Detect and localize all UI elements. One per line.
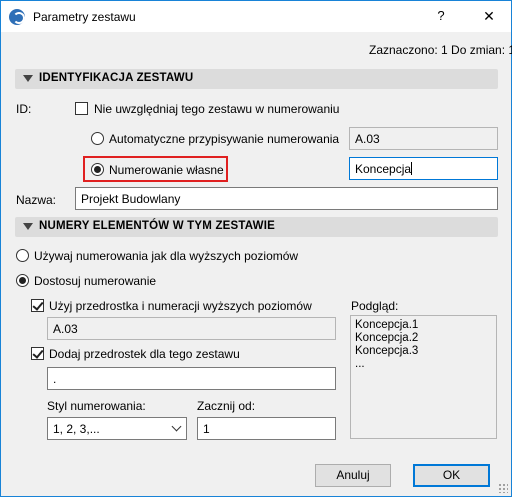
numbering-style-select[interactable]: 1, 2, 3,... [47, 417, 187, 440]
own-prefix-checkbox[interactable] [31, 347, 44, 360]
customize-numbering-label: Dostosuj numerowanie [34, 274, 157, 288]
selection-status: Zaznaczono: 1 Do zmian: 1 [369, 43, 512, 57]
section-identification-label: IDENTYFIKACJA ZESTAWU [39, 72, 194, 84]
ok-button[interactable]: OK [413, 464, 490, 487]
section-numbering[interactable]: NUMERY ELEMENTÓW W TYM ZESTAWIE [15, 217, 498, 237]
preview-box: Koncepcja.1 Koncepcja.2 Koncepcja.3 ... [350, 315, 497, 439]
collapse-triangle-icon [23, 75, 33, 82]
use-upper-numbering-radio[interactable] [16, 249, 29, 262]
exclude-numbering-checkbox[interactable] [75, 102, 88, 115]
own-prefix-input[interactable]: . [47, 367, 336, 390]
resize-grip-icon[interactable] [498, 483, 508, 493]
upper-prefix-field: A.03 [47, 317, 336, 340]
custom-numbering-radio[interactable] [91, 163, 104, 176]
use-upper-prefix-label: Użyj przedrostka i numeracji wyższych po… [49, 299, 312, 313]
collapse-triangle-icon [23, 223, 33, 230]
help-button[interactable]: ? [431, 6, 451, 26]
cancel-button[interactable]: Anuluj [315, 464, 391, 487]
start-from-label: Zacznij od: [197, 399, 256, 413]
preview-line: Koncepcja.1 [355, 319, 419, 331]
preview-line: ... [355, 358, 365, 370]
id-label: ID: [16, 102, 32, 116]
start-from-input[interactable]: 1 [197, 417, 336, 440]
use-upper-prefix-checkbox[interactable] [31, 299, 44, 312]
close-icon[interactable]: ✕ [479, 6, 499, 26]
section-identification[interactable]: IDENTYFIKACJA ZESTAWU [15, 69, 498, 89]
preview-label: Podgląd: [351, 299, 399, 313]
name-input[interactable]: Projekt Budowlany [75, 187, 498, 210]
preview-line: Koncepcja.3 [355, 345, 419, 357]
auto-numbering-radio[interactable] [91, 132, 104, 145]
use-upper-numbering-label: Używaj numerowania jak dla wyższych pozi… [34, 249, 299, 263]
auto-numbering-field: A.03 [349, 127, 498, 150]
title-bar[interactable]: Parametry zestawu ? ✕ [1, 1, 511, 32]
section-numbering-label: NUMERY ELEMENTÓW W TYM ZESTAWIE [39, 220, 275, 232]
numbering-style-value: 1, 2, 3,... [53, 422, 100, 436]
dialog-window: Parametry zestawu ? ✕ Zaznaczono: 1 Do z… [0, 0, 512, 497]
custom-numbering-input[interactable]: Koncepcja [349, 157, 498, 180]
own-prefix-label: Dodaj przedrostek dla tego zestawu [49, 347, 240, 361]
name-label: Nazwa: [16, 193, 57, 207]
customize-numbering-radio[interactable] [16, 274, 29, 287]
auto-numbering-label: Automatyczne przypisywanie numerowania [109, 132, 340, 146]
app-icon [9, 9, 25, 25]
preview-line: Koncepcja.2 [355, 332, 419, 344]
custom-numbering-label: Numerowanie własne [109, 163, 224, 177]
style-label: Styl numerowania: [47, 399, 146, 413]
window-title: Parametry zestawu [33, 10, 136, 24]
exclude-numbering-label: Nie uwzględniaj tego zestawu w numerowan… [94, 102, 340, 116]
custom-numbering-value: Koncepcja [355, 162, 412, 176]
chevron-down-icon [171, 421, 182, 432]
text-caret [411, 162, 413, 175]
